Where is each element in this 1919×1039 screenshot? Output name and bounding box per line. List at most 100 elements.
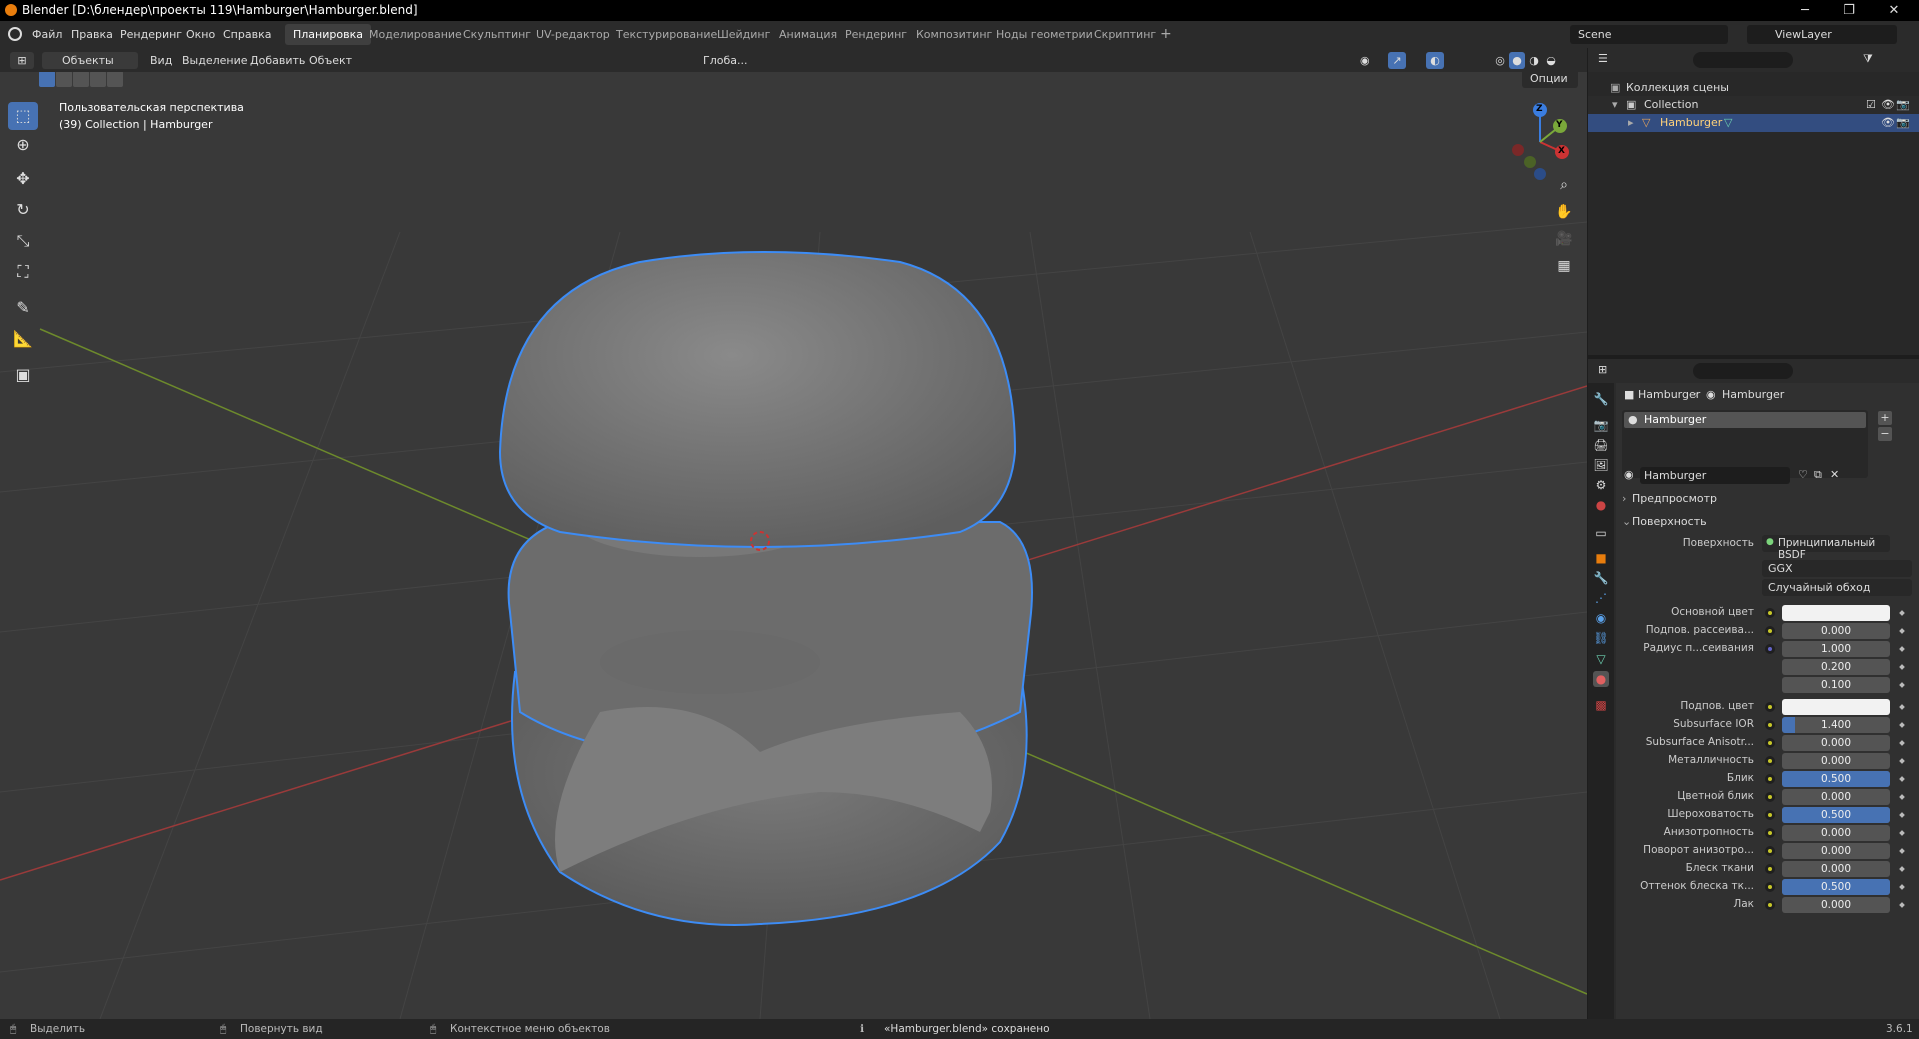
modifier-tab-icon[interactable]: 🔧 xyxy=(1593,570,1609,586)
prop-value-field[interactable]: 0.100 xyxy=(1782,677,1890,693)
tab-layout[interactable]: Планировка xyxy=(285,24,371,45)
pan-hand-icon[interactable]: ✋ xyxy=(1553,201,1575,223)
prop-value-field[interactable] xyxy=(1782,605,1890,621)
rendered-shading-icon[interactable]: ◒ xyxy=(1543,52,1559,69)
prop-value-field[interactable]: 0.000 xyxy=(1782,897,1890,913)
tab-modeling[interactable]: Моделирование xyxy=(361,24,470,45)
prop-value-field[interactable]: 0.000 xyxy=(1782,753,1890,769)
socket-link-icon[interactable] xyxy=(1765,626,1775,636)
annotate-tool-icon[interactable]: ✎ xyxy=(8,294,38,322)
panel-surface[interactable]: ⌄ Поверхность xyxy=(1618,512,1917,532)
scene-selector[interactable]: Scene xyxy=(1570,25,1728,44)
collection-eye-icon[interactable]: 👁 xyxy=(1881,96,1895,114)
select-mode-invert-icon[interactable] xyxy=(90,72,106,87)
socket-link-icon[interactable] xyxy=(1765,756,1775,766)
expand-arrow-icon[interactable]: ▸ xyxy=(1628,114,1634,132)
outliner-row-collection[interactable]: ▾ ▣ Collection ☑ 👁 📷 xyxy=(1588,96,1919,114)
keyframe-diamond-icon[interactable] xyxy=(1899,664,1905,670)
outliner-row-hamburger[interactable]: ▸ ▽ Hamburger ▽ 👁 📷 xyxy=(1588,114,1919,132)
prop-value-field[interactable]: 0.000 xyxy=(1782,843,1890,859)
collection-tab-icon[interactable]: ▭ xyxy=(1593,525,1609,541)
view-layer-tab-icon[interactable]: 🖼 xyxy=(1593,457,1609,473)
socket-link-icon[interactable] xyxy=(1765,608,1775,618)
keyframe-diamond-icon[interactable] xyxy=(1899,682,1905,688)
prop-value-field[interactable]: 1.400 xyxy=(1782,717,1890,733)
options-dropdown[interactable]: Опции xyxy=(1522,72,1578,88)
select-mode-new-icon[interactable] xyxy=(39,72,55,87)
cursor-tool-icon[interactable]: ⊕ xyxy=(8,131,38,159)
keyframe-diamond-icon[interactable] xyxy=(1899,848,1905,854)
solid-shading-icon[interactable]: ● xyxy=(1509,52,1525,69)
prop-value-field[interactable]: 1.000 xyxy=(1782,641,1890,657)
tab-uv-editing[interactable]: UV-редактор xyxy=(528,24,618,45)
socket-link-icon[interactable] xyxy=(1765,702,1775,712)
tab-texture-paint[interactable]: Текстурирование xyxy=(608,24,725,45)
move-tool-icon[interactable]: ✥ xyxy=(8,165,38,193)
keyframe-diamond-icon[interactable] xyxy=(1899,866,1905,872)
outliner-search-input[interactable] xyxy=(1693,52,1793,68)
minimize-button[interactable]: ─ xyxy=(1785,1,1825,20)
scale-tool-icon[interactable]: ⤡ xyxy=(8,227,38,255)
menu-view[interactable]: Вид xyxy=(150,52,172,69)
fake-user-icon[interactable]: ♡ xyxy=(1798,468,1808,481)
gizmo-toggle-icon[interactable]: ↗ xyxy=(1388,52,1406,69)
add-workspace-button[interactable]: + xyxy=(1152,24,1180,45)
prop-value-field[interactable]: 0.000 xyxy=(1782,825,1890,841)
surface-shader-field[interactable]: ● Принципиальный BSDF xyxy=(1762,535,1890,561)
3d-viewport[interactable]: Пользовательская перспектива (39) Collec… xyxy=(0,72,1587,1019)
socket-link-icon[interactable] xyxy=(1765,720,1775,730)
socket-link-icon[interactable] xyxy=(1765,882,1775,892)
editor-type-icon[interactable]: ⊞ xyxy=(10,52,34,69)
tab-shading[interactable]: Шейдинг xyxy=(709,24,778,45)
particles-tab-icon[interactable]: ⋰ xyxy=(1593,590,1609,606)
maximize-button[interactable]: ❐ xyxy=(1829,1,1869,20)
remove-slot-button[interactable]: − xyxy=(1878,427,1892,441)
mode-selector[interactable]: Объекты xyxy=(42,52,138,69)
material-tab-icon[interactable]: ● xyxy=(1593,671,1609,687)
blender-menu-icon[interactable] xyxy=(8,27,22,41)
material-slot-item[interactable]: ● Hamburger xyxy=(1624,412,1866,428)
tab-animation[interactable]: Анимация xyxy=(771,24,845,45)
view-layer-selector[interactable]: ViewLayer xyxy=(1747,25,1897,44)
socket-link-icon[interactable] xyxy=(1765,828,1775,838)
keyframe-diamond-icon[interactable] xyxy=(1899,758,1905,764)
menu-help[interactable]: Справка xyxy=(223,28,271,41)
material-browse-icon[interactable]: ◉ xyxy=(1624,468,1634,481)
menu-edit[interactable]: Правка xyxy=(71,28,113,41)
close-button[interactable]: ✕ xyxy=(1874,1,1914,20)
transform-tool-icon[interactable]: ⛶ xyxy=(8,258,38,286)
keyframe-diamond-icon[interactable] xyxy=(1899,776,1905,782)
collection-checkbox-icon[interactable]: ☑ xyxy=(1866,96,1876,114)
menu-window[interactable]: Окно xyxy=(186,28,215,41)
outliner-filter-icon[interactable]: ⧩ xyxy=(1863,52,1873,66)
keyframe-diamond-icon[interactable] xyxy=(1899,830,1905,836)
socket-link-icon[interactable] xyxy=(1765,900,1775,910)
tab-geometry-nodes[interactable]: Ноды геометрии xyxy=(988,24,1101,45)
prop-value-field[interactable]: 0.000 xyxy=(1782,861,1890,877)
wireframe-shading-icon[interactable]: ◎ xyxy=(1492,52,1508,69)
object-eye-icon[interactable]: 👁 xyxy=(1881,114,1895,132)
distribution-dropdown[interactable]: GGX xyxy=(1762,560,1912,577)
socket-link-icon[interactable] xyxy=(1765,846,1775,856)
add-slot-button[interactable]: + xyxy=(1878,411,1892,425)
keyframe-diamond-icon[interactable] xyxy=(1899,812,1905,818)
socket-link-icon[interactable] xyxy=(1765,792,1775,802)
select-mode-extend-icon[interactable] xyxy=(56,72,72,87)
keyframe-diamond-icon[interactable] xyxy=(1899,740,1905,746)
prop-value-field[interactable]: 0.000 xyxy=(1782,735,1890,751)
select-box-tool-icon[interactable]: ⬚ xyxy=(8,102,38,130)
rotate-tool-icon[interactable]: ↻ xyxy=(8,196,38,224)
menu-render[interactable]: Рендеринг xyxy=(120,28,182,41)
tool-tab-icon[interactable]: 🔧 xyxy=(1593,391,1609,407)
outliner-editor-type-icon[interactable]: ☰ xyxy=(1598,52,1622,68)
keyframe-diamond-icon[interactable] xyxy=(1899,722,1905,728)
data-tab-icon[interactable]: ▽ xyxy=(1593,651,1609,667)
object-camera-icon[interactable]: 📷 xyxy=(1896,114,1910,132)
socket-link-icon[interactable] xyxy=(1765,864,1775,874)
navigation-gizmo[interactable]: Z Y X xyxy=(1500,102,1580,182)
object-tab-icon[interactable]: ■ xyxy=(1593,550,1609,566)
perspective-toggle-icon[interactable]: ▦ xyxy=(1553,255,1575,277)
socket-link-icon[interactable] xyxy=(1765,810,1775,820)
outliner-row-scene-collection[interactable]: ▣ Коллекция сцены xyxy=(1588,79,1919,97)
duplicate-material-icon[interactable]: ⧉ xyxy=(1814,468,1822,482)
